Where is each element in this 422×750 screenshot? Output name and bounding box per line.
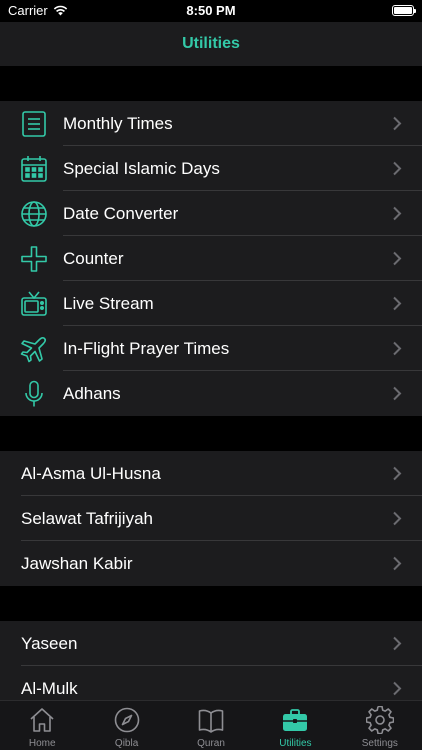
chevron-right-icon: [393, 466, 402, 481]
tab-label: Quran: [197, 738, 225, 749]
row-label: Yaseen: [21, 633, 78, 653]
row-adhans[interactable]: Adhans: [0, 371, 422, 416]
calendar-icon: [19, 155, 49, 183]
page-title: Utilities: [182, 35, 240, 52]
row-date-converter[interactable]: Date Converter: [0, 191, 422, 236]
section-gap: [0, 66, 422, 101]
tab-settings[interactable]: Settings: [338, 701, 422, 750]
navigation-bar: Utilities: [0, 22, 422, 66]
row-counter[interactable]: Counter: [0, 236, 422, 281]
battery-icon: [392, 5, 416, 16]
prayers-section: Al-Asma Ul-Husna Selawat Tafrijiyah Jaws…: [0, 451, 422, 586]
row-selawat-tafrijiyah[interactable]: Selawat Tafrijiyah: [0, 496, 422, 541]
briefcase-icon: [283, 709, 308, 731]
row-label: In-Flight Prayer Times: [63, 338, 230, 358]
chevron-right-icon: [393, 251, 402, 266]
tools-section: Monthly Times Special Islamic Days Date …: [0, 101, 422, 416]
chevron-right-icon: [393, 206, 402, 221]
row-al-asma-ul-husna[interactable]: Al-Asma Ul-Husna: [0, 451, 422, 496]
chevron-right-icon: [393, 636, 402, 651]
chevron-right-icon: [393, 556, 402, 571]
row-live-stream[interactable]: Live Stream: [0, 281, 422, 326]
tab-quran[interactable]: Quran: [169, 701, 253, 750]
chevron-right-icon: [393, 296, 402, 311]
document-list-icon: [19, 110, 49, 138]
row-monthly-times[interactable]: Monthly Times: [0, 101, 422, 146]
chevron-right-icon: [393, 511, 402, 526]
row-yaseen[interactable]: Yaseen: [0, 621, 422, 666]
section-gap: [0, 416, 422, 451]
row-label: Selawat Tafrijiyah: [21, 508, 153, 528]
tab-utilities[interactable]: Utilities: [253, 701, 337, 750]
tab-bar: Home Qibla Quran Utilities Settings: [0, 700, 422, 750]
chevron-right-icon: [393, 386, 402, 401]
home-icon: [30, 708, 54, 732]
globe-icon: [19, 200, 49, 228]
microphone-icon: [19, 380, 49, 408]
book-icon: [198, 709, 224, 733]
row-al-mulk[interactable]: Al-Mulk: [0, 666, 422, 700]
section-gap: [0, 586, 422, 621]
row-label: Adhans: [63, 383, 121, 403]
row-label: Monthly Times: [63, 113, 173, 133]
surahs-section: Yaseen Al-Mulk: [0, 621, 422, 700]
row-label: Counter: [63, 248, 124, 268]
row-label: Al-Mulk: [21, 678, 78, 698]
row-special-islamic-days[interactable]: Special Islamic Days: [0, 146, 422, 191]
row-jawshan-kabir[interactable]: Jawshan Kabir: [0, 541, 422, 586]
tab-label: Qibla: [114, 738, 139, 749]
row-label: Date Converter: [63, 203, 179, 223]
row-in-flight-prayer-times[interactable]: In-Flight Prayer Times: [0, 326, 422, 371]
chevron-right-icon: [393, 161, 402, 176]
tab-label: Home: [28, 738, 56, 749]
tab-qibla[interactable]: Qibla: [84, 701, 168, 750]
row-label: Jawshan Kabir: [21, 553, 133, 573]
row-label: Al-Asma Ul-Husna: [21, 463, 161, 483]
chevron-right-icon: [393, 341, 402, 356]
compass-icon: [114, 707, 139, 733]
tv-icon: [19, 290, 49, 318]
status-bar: Carrier 8:50 PM: [0, 0, 422, 22]
plus-icon: [19, 245, 49, 273]
tab-home[interactable]: Home: [0, 701, 84, 750]
airplane-icon: [19, 335, 49, 363]
row-label: Special Islamic Days: [63, 158, 220, 178]
utilities-list[interactable]: Monthly Times Special Islamic Days Date …: [0, 66, 422, 700]
tab-label: Utilities: [279, 738, 312, 749]
tab-label: Settings: [361, 738, 398, 749]
row-label: Live Stream: [63, 293, 154, 313]
gear-icon: [365, 706, 394, 734]
chevron-right-icon: [393, 681, 402, 696]
chevron-right-icon: [393, 116, 402, 131]
status-time: 8:50 PM: [186, 3, 236, 18]
